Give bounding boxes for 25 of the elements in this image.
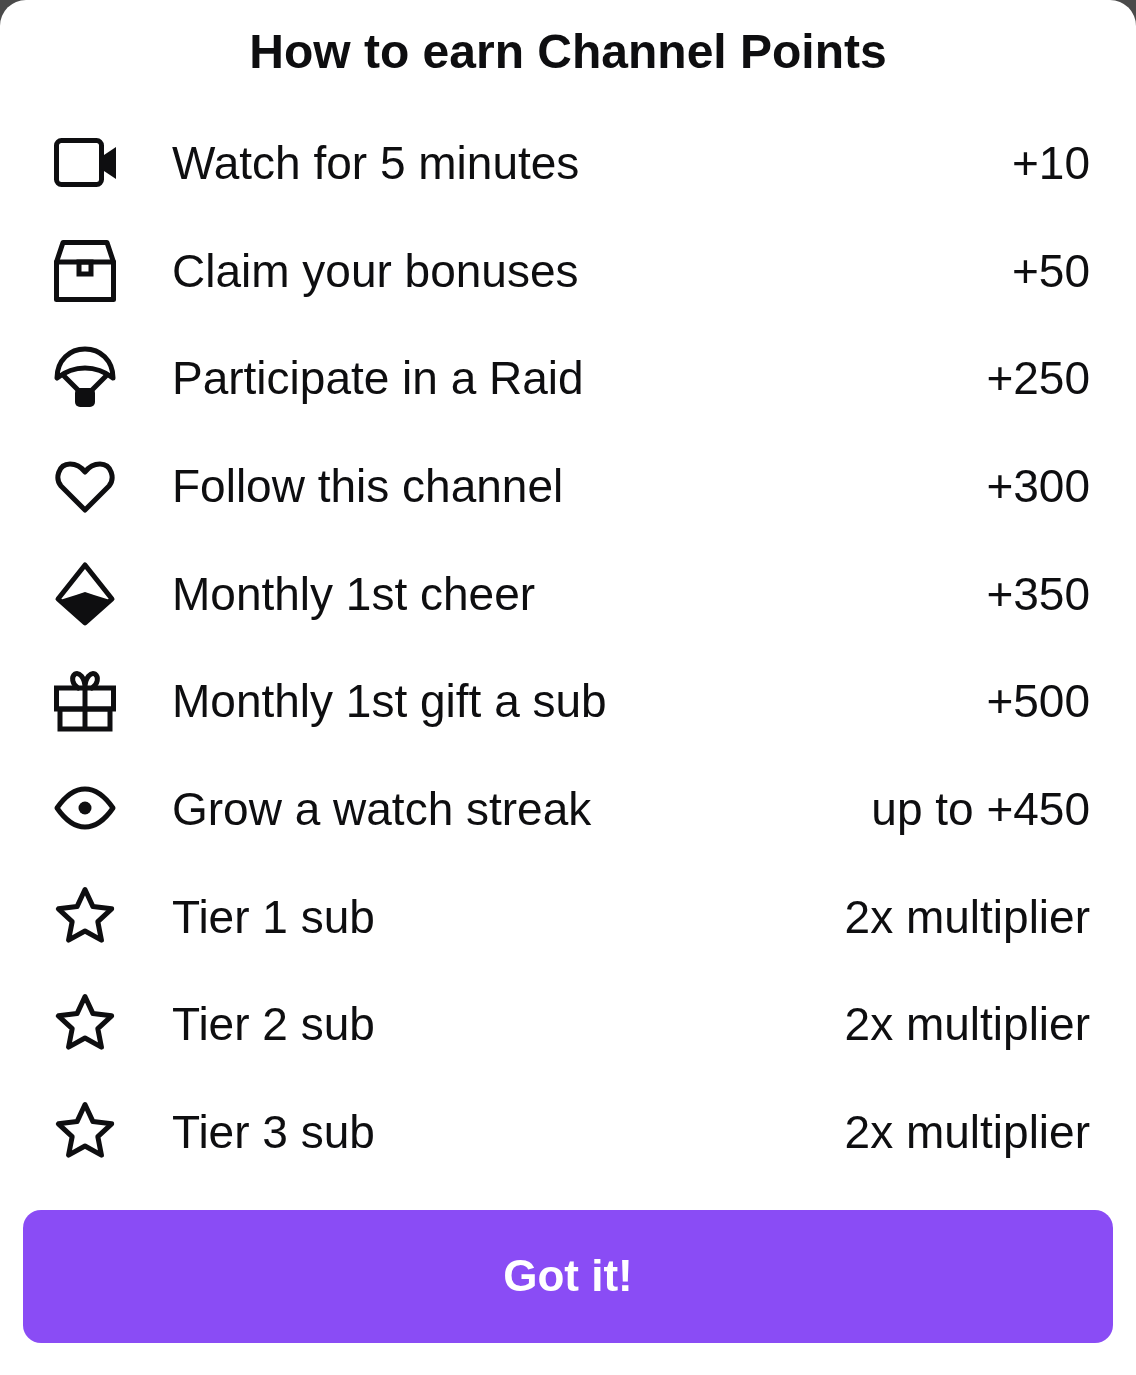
earn-method-label: Monthly 1st gift a sub — [172, 674, 607, 730]
chest-icon — [54, 238, 116, 303]
points-value: +50 — [1011, 243, 1090, 299]
points-value: 2x multiplier — [844, 1105, 1090, 1161]
points-value: +500 — [986, 674, 1090, 730]
points-value: +300 — [986, 458, 1090, 514]
points-value: 2x multiplier — [844, 997, 1090, 1053]
earn-method-label: Monthly 1st cheer — [172, 566, 536, 622]
earn-method-label: Claim your bonuses — [172, 243, 579, 299]
confirm-button[interactable]: Got it! — [23, 1209, 1113, 1343]
points-value: +10 — [1011, 135, 1090, 191]
points-value: up to +450 — [871, 781, 1090, 837]
earn-method-label: Participate in a Raid — [172, 351, 584, 407]
points-value: +250 — [986, 351, 1090, 407]
dialog-title: How to earn Channel Points — [249, 24, 887, 80]
earn-method-label: Tier 2 sub — [172, 997, 375, 1053]
points-value: 2x multiplier — [844, 889, 1090, 945]
earn-method-label: Grow a watch streak — [172, 781, 592, 837]
earn-method-label: Watch for 5 minutes — [172, 135, 580, 191]
earn-method-label: Tier 3 sub — [172, 1105, 375, 1161]
earn-method-label: Follow this channel — [172, 458, 564, 514]
gift-icon — [54, 669, 116, 734]
points-value: +350 — [986, 566, 1090, 622]
gem-icon — [54, 561, 116, 626]
earn-method-label: Tier 1 sub — [172, 889, 375, 945]
